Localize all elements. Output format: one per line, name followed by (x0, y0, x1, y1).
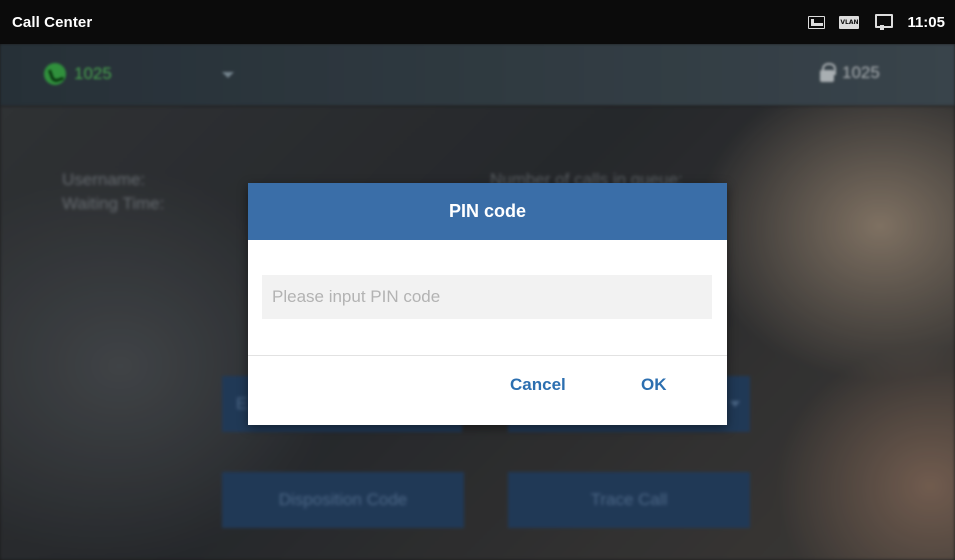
vlan-icon: VLAN (839, 15, 860, 29)
status-icons: VLAN 11:05 (808, 14, 945, 31)
image-icon (808, 15, 826, 29)
app-title: Call Center (12, 13, 93, 31)
pin-code-input[interactable] (262, 275, 712, 319)
dialog-divider (248, 355, 727, 356)
cancel-button[interactable]: Cancel (510, 375, 566, 395)
dialog-title: PIN code (248, 183, 727, 240)
ok-button[interactable]: OK (641, 375, 667, 395)
clock: 11:05 (907, 13, 945, 31)
network-icon (873, 14, 894, 30)
status-bar: Call Center VLAN 11:05 (0, 0, 955, 44)
pin-code-dialog: PIN code Cancel OK (248, 183, 727, 425)
